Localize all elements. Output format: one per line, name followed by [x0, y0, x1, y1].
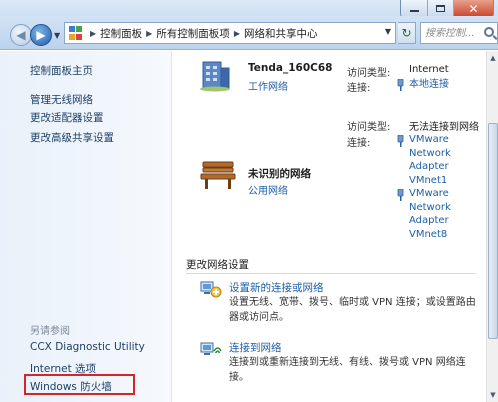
breadcrumb-control-panel[interactable]: 控制面板 — [100, 26, 142, 41]
search-input[interactable] — [421, 24, 481, 42]
address-dropdown-icon[interactable]: ▼ — [385, 27, 391, 36]
back-arrow-icon: ◀ — [16, 28, 26, 42]
access-type-value: Internet — [409, 64, 449, 75]
maximize-icon — [436, 5, 445, 12]
access-type-label: 访问类型: — [347, 122, 391, 133]
maximize-button[interactable] — [427, 0, 453, 17]
recent-pages-dropdown[interactable]: ▼ — [54, 31, 60, 40]
control-panel-icon — [69, 26, 83, 40]
breadcrumb-separator-icon[interactable]: ▶ — [146, 29, 152, 38]
connection-link-line: VMware — [409, 134, 449, 145]
search-box[interactable] — [420, 22, 498, 44]
park-bench-icon — [200, 161, 236, 189]
see-also-heading: 另请参阅 — [30, 326, 70, 337]
connection-link-vmnet1[interactable]: VMware Network Adapter VMnet1 — [409, 133, 451, 187]
access-type-value: 无法连接到网络 — [409, 122, 479, 133]
scroll-up-icon[interactable]: ▲ — [488, 53, 498, 63]
vertical-scrollbar[interactable]: ▲ ▼ — [486, 51, 498, 402]
setup-connection-description: 设置无线、宽带、拨号、临时或 VPN 连接；或设置路由器或访问点。 — [229, 297, 476, 323]
breadcrumb-all-items[interactable]: 所有控制面板项 — [156, 26, 230, 41]
access-type-label: 访问类型: — [347, 68, 391, 79]
connection-link-line: Adapter — [409, 161, 449, 172]
close-button[interactable]: ✕ — [453, 0, 493, 17]
connection-link-line: VMware — [409, 188, 449, 199]
ethernet-plug-icon — [397, 189, 404, 201]
highlight-box — [24, 374, 135, 395]
forward-button[interactable]: ▶ — [30, 24, 52, 46]
search-icon[interactable] — [484, 27, 494, 37]
network-name: Tenda_160C68 — [248, 62, 333, 74]
connection-link-line: Network — [409, 201, 451, 213]
sidebar-link-advanced-sharing[interactable]: 更改高级共享设置 — [30, 130, 114, 145]
sidebar-link-control-panel-home[interactable]: 控制面板主页 — [30, 63, 93, 78]
connection-label: 连接: — [347, 83, 371, 94]
address-bar[interactable]: ▶ 控制面板 ▶ 所有控制面板项 ▶ 网络和共享中心 ▼ — [64, 22, 396, 44]
connection-label: 连接: — [347, 138, 371, 149]
refresh-icon: ↻ — [401, 26, 412, 40]
section-title: 更改网络设置 — [186, 259, 249, 271]
see-also-ccx-diagnostic[interactable]: CCX Diagnostic Utility — [30, 341, 145, 353]
close-icon: ✕ — [468, 1, 479, 16]
connect-network-description: 连接到或重新连接到无线、有线、拨号或 VPN 网络连接。 — [229, 357, 466, 383]
scroll-down-icon[interactable]: ▼ — [488, 390, 498, 400]
breadcrumb-separator-icon: ▶ — [90, 28, 97, 38]
minimize-button[interactable] — [401, 0, 427, 17]
new-connection-icon — [200, 281, 222, 298]
breadcrumb-network-center[interactable]: 网络和共享中心 — [244, 26, 318, 41]
connection-link-line: Network — [409, 147, 451, 159]
sidebar-link-manage-wireless[interactable]: 管理无线网络 — [30, 92, 93, 107]
connection-link-line: VMnet1 — [409, 174, 448, 186]
back-button[interactable]: ◀ — [10, 24, 32, 46]
connect-network-link[interactable]: 连接到网络 — [229, 340, 282, 355]
scroll-thumb[interactable] — [488, 123, 498, 339]
ethernet-plug-icon — [397, 135, 404, 147]
network-type-link[interactable]: 工作网络 — [248, 78, 288, 93]
network-type-link[interactable]: 公用网络 — [248, 182, 288, 197]
connection-link-line: VMnet8 — [409, 228, 448, 240]
connect-network-icon — [200, 342, 222, 355]
breadcrumb-separator-icon[interactable]: ▶ — [234, 29, 240, 38]
building-network-icon — [200, 61, 230, 92]
forward-arrow-icon: ▶ — [36, 28, 46, 42]
connection-link-local[interactable]: 本地连接 — [409, 78, 449, 92]
ethernet-plug-icon — [397, 79, 404, 91]
connection-link-line: Adapter — [409, 215, 449, 226]
sidebar: 控制面板主页 管理无线网络 更改适配器设置 更改高级共享设置 另请参阅 CCX … — [0, 51, 172, 402]
connection-link-vmnet8[interactable]: VMware Network Adapter VMnet8 — [409, 187, 451, 241]
section-divider — [186, 273, 476, 274]
network-name: 未识别的网络 — [248, 168, 311, 180]
setup-connection-link[interactable]: 设置新的连接或网络 — [229, 280, 324, 295]
sidebar-link-adapter-settings[interactable]: 更改适配器设置 — [30, 110, 104, 125]
refresh-button[interactable]: ↻ — [398, 22, 416, 44]
minimize-icon — [409, 10, 419, 12]
